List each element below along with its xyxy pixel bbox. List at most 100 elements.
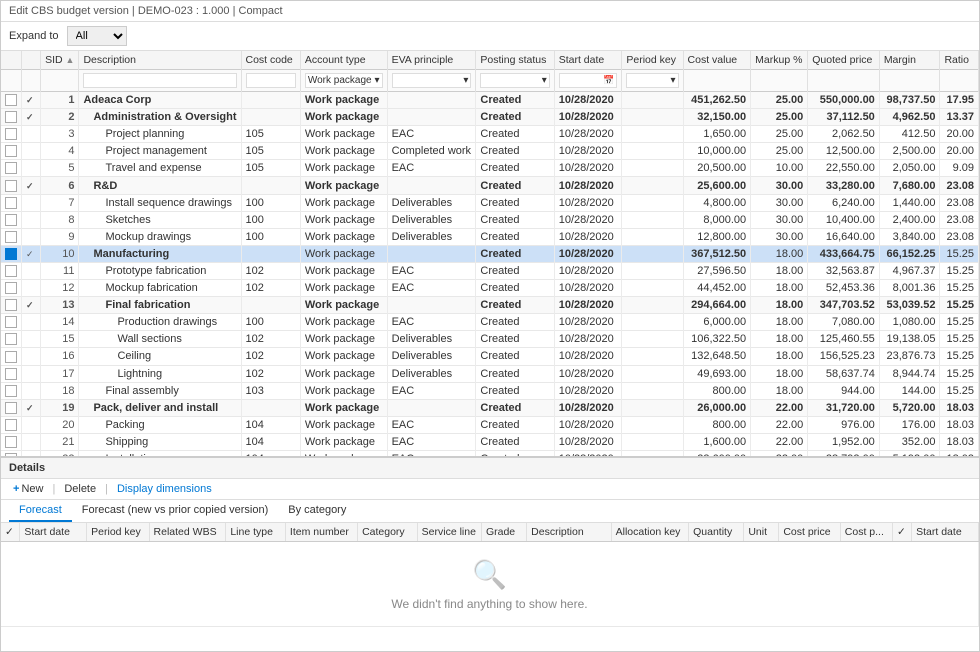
table-row[interactable]: 15Wall sections102Work packageDeliverabl… (1, 331, 979, 348)
row-check[interactable] (1, 160, 22, 177)
checkbox[interactable] (5, 368, 17, 380)
tab-by-category[interactable]: By category (278, 500, 356, 522)
checkbox[interactable] (5, 265, 17, 277)
table-row[interactable]: ✓10ManufacturingWork packageCreated10/28… (1, 245, 979, 262)
table-row[interactable]: ✓1Adeaca CorpWork packageCreated10/28/20… (1, 92, 979, 109)
row-check[interactable] (1, 228, 22, 245)
row-check[interactable] (1, 433, 22, 450)
row-cost-value: 27,596.50 (683, 262, 751, 279)
row-quoted-price: 7,080.00 (808, 314, 880, 331)
checkbox[interactable] (5, 402, 17, 414)
table-row[interactable]: 11Prototype fabrication102Work packageEA… (1, 262, 979, 279)
expand-select[interactable]: All 1 2 3 (67, 26, 127, 46)
table-row[interactable]: 9Mockup drawings100Work packageDeliverab… (1, 228, 979, 245)
table-row[interactable]: 8Sketches100Work packageDeliverablesCrea… (1, 211, 979, 228)
table-row[interactable]: 17Lightning102Work packageDeliverablesCr… (1, 365, 979, 382)
row-period-key (622, 416, 683, 433)
main-table-area[interactable]: SID ▲ Description Cost code Account type… (1, 51, 979, 456)
row-check[interactable] (1, 365, 22, 382)
table-row[interactable]: 16Ceiling102Work packageDeliverablesCrea… (1, 348, 979, 365)
checkbox[interactable] (5, 145, 17, 157)
table-row[interactable]: 7Install sequence drawings100Work packag… (1, 194, 979, 211)
row-check[interactable] (1, 280, 22, 297)
checkbox[interactable] (5, 385, 17, 397)
filter-eva[interactable]: ▾ (392, 73, 472, 88)
table-row[interactable]: 18Final assembly103Work packageEACCreate… (1, 382, 979, 399)
checkbox[interactable] (5, 197, 17, 209)
table-row[interactable]: 21Shipping104Work packageEACCreated10/28… (1, 433, 979, 450)
row-start-date: 10/28/2020 (554, 245, 622, 262)
row-markup: 18.00 (751, 245, 808, 262)
row-check[interactable] (1, 382, 22, 399)
row-check[interactable] (1, 92, 22, 109)
checkbox[interactable] (5, 231, 17, 243)
tab-forecast[interactable]: Forecast (9, 500, 72, 522)
filter-account-type[interactable]: Work package ▾ (305, 73, 383, 88)
row-check[interactable] (1, 416, 22, 433)
row-account-type: Work package (300, 92, 387, 109)
table-row[interactable]: 14Production drawings100Work packageEACC… (1, 314, 979, 331)
checkbox[interactable] (5, 248, 17, 260)
row-cost-value: 20,500.00 (683, 160, 751, 177)
checkbox[interactable] (5, 351, 17, 363)
row-period-key (622, 314, 683, 331)
row-check[interactable] (1, 211, 22, 228)
row-description: Project planning (79, 126, 241, 143)
checkbox[interactable] (5, 333, 17, 345)
row-check[interactable] (1, 348, 22, 365)
table-row[interactable]: ✓6R&DWork packageCreated10/28/202025,600… (1, 177, 979, 194)
expand-label: Expand to (9, 30, 59, 42)
row-check[interactable] (1, 109, 22, 126)
row-quoted-price: 10,400.00 (808, 211, 880, 228)
display-dimensions-button[interactable]: Display dimensions (113, 482, 216, 496)
table-row[interactable]: ✓13Final fabricationWork packageCreated1… (1, 297, 979, 314)
row-description: Adeaca Corp (79, 92, 241, 109)
checkbox[interactable] (5, 316, 17, 328)
table-row[interactable]: 20Packing104Work packageEACCreated10/28/… (1, 416, 979, 433)
row-quoted-price: 12,500.00 (808, 143, 880, 160)
filter-cost-code[interactable] (246, 73, 296, 88)
table-row[interactable]: 5Travel and expense105Work packageEACCre… (1, 160, 979, 177)
row-check[interactable] (1, 399, 22, 416)
row-check[interactable] (1, 262, 22, 279)
checkbox[interactable] (5, 162, 17, 174)
row-eva: Deliverables (387, 211, 476, 228)
row-account-type: Work package (300, 211, 387, 228)
checkbox[interactable] (5, 94, 17, 106)
filter-description[interactable] (83, 73, 236, 88)
dcol-cost-p: Cost p... (840, 523, 892, 542)
checkbox[interactable] (5, 419, 17, 431)
row-account-type: Work package (300, 433, 387, 450)
checkbox[interactable] (5, 128, 17, 140)
checkbox[interactable] (5, 299, 17, 311)
delete-button[interactable]: Delete (60, 482, 100, 496)
checkbox[interactable] (5, 214, 17, 226)
row-check[interactable] (1, 245, 22, 262)
table-row[interactable]: 12Mockup fabrication102Work packageEACCr… (1, 280, 979, 297)
row-check[interactable] (1, 297, 22, 314)
row-check[interactable] (1, 331, 22, 348)
checkbox[interactable] (5, 180, 17, 192)
tab-forecast-comparison[interactable]: Forecast (new vs prior copied version) (72, 500, 278, 522)
row-check[interactable] (1, 126, 22, 143)
row-markup: 30.00 (751, 228, 808, 245)
row-check[interactable] (1, 177, 22, 194)
checkbox[interactable] (5, 282, 17, 294)
table-row[interactable]: 4Project management105Work packageComple… (1, 143, 979, 160)
table-row[interactable]: 3Project planning105Work packageEACCreat… (1, 126, 979, 143)
row-margin: 23,876.73 (879, 348, 940, 365)
table-row[interactable]: ✓2Administration & OversightWork package… (1, 109, 979, 126)
checkbox[interactable] (5, 111, 17, 123)
details-table-area[interactable]: ✓ Start date Period key Related WBS Line… (1, 523, 979, 651)
row-check[interactable] (1, 314, 22, 331)
row-check[interactable] (1, 143, 22, 160)
filter-start-date[interactable]: 📅 (559, 73, 618, 88)
row-start-date: 10/28/2020 (554, 416, 622, 433)
row-check[interactable] (1, 194, 22, 211)
table-row[interactable]: ✓19Pack, deliver and installWork package… (1, 399, 979, 416)
checkbox[interactable] (5, 436, 17, 448)
filter-period-key[interactable]: ▾ (626, 73, 678, 88)
new-button[interactable]: + New (9, 482, 47, 496)
filter-posting[interactable]: ▾ (480, 73, 549, 88)
row-ratio: 13.37 (940, 109, 979, 126)
